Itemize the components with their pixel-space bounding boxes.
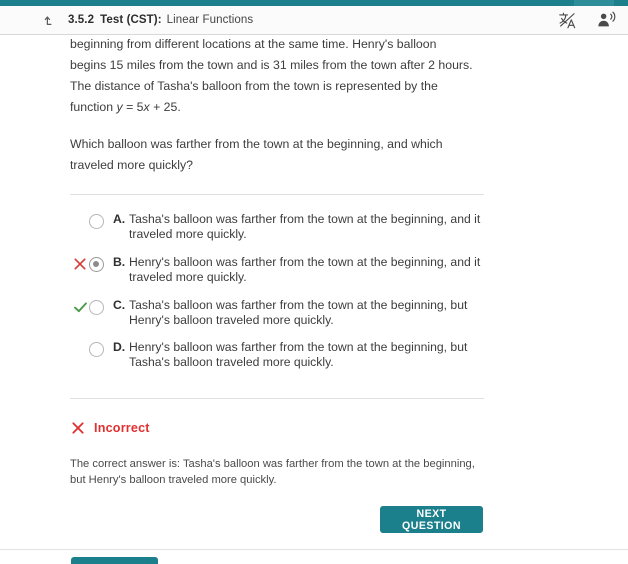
radio-option-a[interactable] <box>89 214 104 229</box>
lesson-code: 3.5.2 <box>68 14 95 26</box>
arrow-up-level-icon[interactable] <box>42 12 58 28</box>
correct-check-icon <box>72 299 88 315</box>
divider-below-options <box>70 398 484 399</box>
equation-middle: = 5 <box>122 100 144 114</box>
bottom-partial-button[interactable] <box>71 557 158 564</box>
equation-end: + 25. <box>149 100 181 114</box>
option-c-letter: C. <box>113 298 126 312</box>
feedback-section: Incorrect The correct answer is: Tasha's… <box>70 420 475 486</box>
option-c-text: Tasha's balloon was farther from the tow… <box>129 298 468 327</box>
incorrect-x-icon <box>72 256 88 272</box>
read-aloud-icon[interactable] <box>595 10 616 31</box>
option-a-mark <box>72 213 88 229</box>
x-icon <box>70 420 85 435</box>
divider-above-options <box>70 194 484 195</box>
question-paragraph-2: Which balloon was farther from the town … <box>70 137 443 172</box>
radio-option-b[interactable] <box>89 257 104 272</box>
next-question-button[interactable]: NEXT QUESTION <box>380 506 483 533</box>
feedback-explanation: The correct answer is: Tasha's balloon w… <box>70 458 475 486</box>
bottom-divider <box>0 549 628 550</box>
option-d-text: Henry's balloon was farther from the tow… <box>129 340 468 369</box>
feedback-heading: Incorrect <box>70 420 150 435</box>
status-badge: Incorrect <box>94 420 150 435</box>
option-a-letter: A. <box>113 212 126 226</box>
header-tools <box>557 10 628 31</box>
option-d-letter: D. <box>113 340 126 354</box>
radio-option-d[interactable] <box>89 342 104 357</box>
translate-icon[interactable] <box>557 10 578 31</box>
question-content: beginning from different locations at th… <box>0 36 628 544</box>
option-d-mark <box>72 341 88 357</box>
test-type-label: Test (CST): <box>100 14 162 26</box>
radio-option-c[interactable] <box>89 300 104 315</box>
page-header: 3.5.2 Test (CST): Linear Functions <box>0 6 628 35</box>
option-a-text: Tasha's balloon was farther from the tow… <box>129 212 481 241</box>
header-breadcrumb: 3.5.2 Test (CST): Linear Functions <box>0 12 253 28</box>
option-b-letter: B. <box>113 255 126 269</box>
option-b-text: Henry's balloon was farther from the tow… <box>129 255 481 284</box>
course-subject-label: Linear Functions <box>166 14 254 26</box>
question-paragraph-1: beginning from different locations at th… <box>70 34 475 118</box>
